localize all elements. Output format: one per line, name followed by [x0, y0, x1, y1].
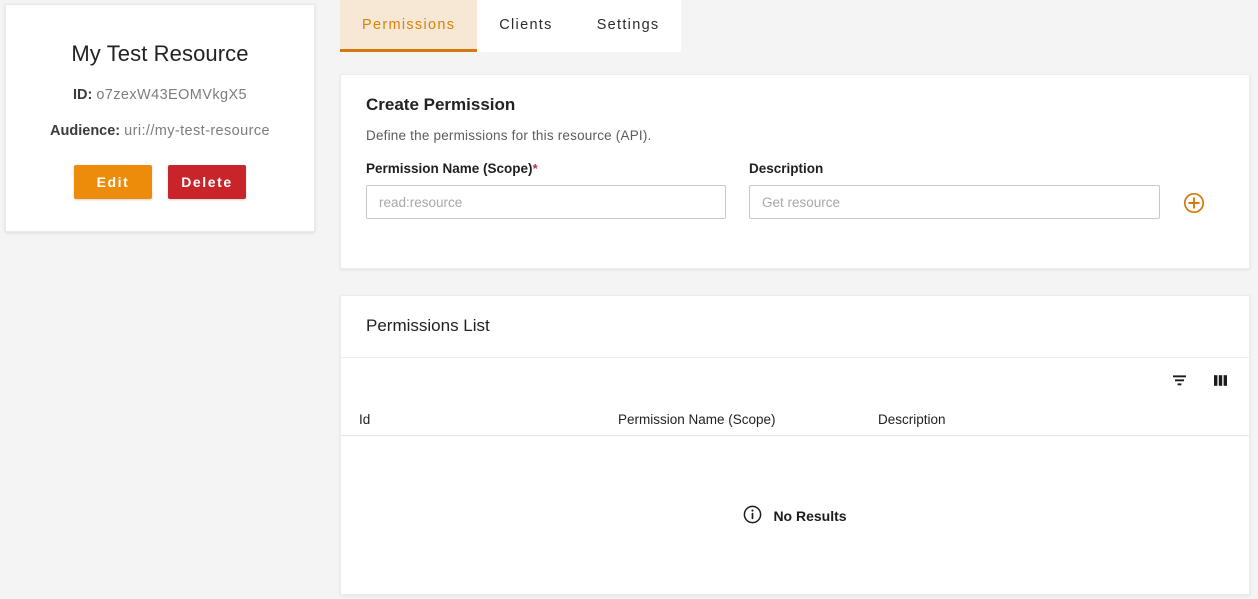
resource-actions: Edit Delete [6, 165, 314, 199]
column-header-description[interactable]: Description [878, 412, 1249, 427]
resource-id-value: o7zexW43EOMVkgX5 [96, 87, 248, 103]
columns-icon[interactable] [1212, 372, 1229, 389]
filter-icon[interactable] [1171, 372, 1188, 389]
tab-settings[interactable]: Settings [574, 0, 682, 52]
create-permission-card: Create Permission Define the permissions… [340, 74, 1250, 269]
description-field-group: Description [749, 161, 1160, 219]
plus-circle-icon [1183, 192, 1205, 217]
scope-input[interactable] [366, 185, 726, 219]
info-circle-icon [743, 505, 762, 527]
column-header-id[interactable]: Id [359, 412, 618, 427]
scope-field-label: Permission Name (Scope)* [366, 161, 726, 176]
scope-field-group: Permission Name (Scope)* [366, 161, 726, 219]
delete-button[interactable]: Delete [168, 165, 246, 199]
resource-audience-value: uri://my-test-resource [124, 123, 270, 139]
permissions-list-card: Permissions List Id Permission Name (Sco… [340, 295, 1250, 595]
resource-id-row: ID: o7zexW43EOMVkgX5 [6, 87, 314, 103]
app-root: My Test Resource ID: o7zexW43EOMVkgX5 Au… [0, 0, 1258, 599]
resource-audience-label: Audience: [50, 123, 121, 139]
create-permission-form: Permission Name (Scope)* Description [341, 143, 1249, 219]
edit-button[interactable]: Edit [74, 165, 152, 199]
required-asterisk: * [532, 161, 538, 176]
resource-audience-row: Audience: uri://my-test-resource [6, 123, 314, 139]
tab-permissions[interactable]: Permissions [340, 0, 478, 52]
resource-id-label: ID: [72, 87, 93, 103]
column-header-permission-name[interactable]: Permission Name (Scope) [618, 412, 878, 427]
empty-state-text: No Results [773, 508, 847, 524]
description-input[interactable] [749, 185, 1160, 219]
empty-state: No Results [341, 436, 1249, 596]
resource-tabs: Permissions Clients Settings [340, 0, 682, 52]
add-permission-button[interactable] [1183, 192, 1205, 214]
description-field-label: Description [749, 161, 824, 176]
table-header-row: Id Permission Name (Scope) Description [341, 403, 1249, 436]
create-permission-title: Create Permission [366, 95, 516, 114]
create-permission-subtitle: Define the permissions for this resource… [366, 128, 652, 143]
permissions-list-title: Permissions List [366, 316, 490, 335]
table-toolbar [341, 358, 1249, 403]
resource-summary-card: My Test Resource ID: o7zexW43EOMVkgX5 Au… [5, 4, 315, 232]
scope-label-text: Permission Name (Scope) [366, 161, 533, 176]
tab-clients[interactable]: Clients [477, 0, 575, 52]
page-title: My Test Resource [71, 41, 249, 66]
